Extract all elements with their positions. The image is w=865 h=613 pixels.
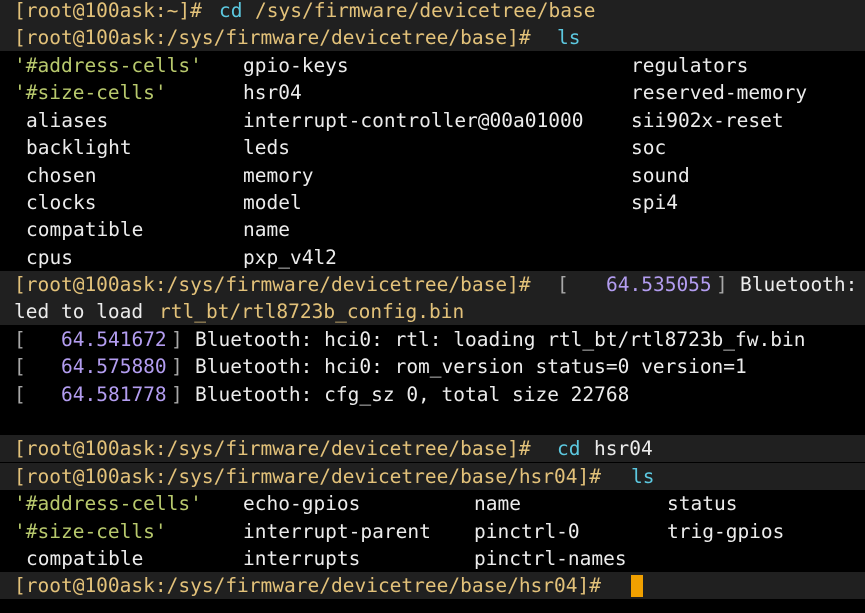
ls-entry: soc: [631, 136, 667, 159]
terminal-line[interactable]: [root@100ask:/sys/firmware/devicetree/ba…: [0, 572, 865, 600]
terminal-line: [root@100ask:/sys/firmware/devicetree/ba…: [0, 271, 865, 299]
ls-output-row: backlight leds soc: [0, 134, 865, 161]
ls-entry: hsr04: [243, 81, 302, 104]
ls-entry: interrupt-controller@00a01000: [243, 109, 584, 132]
kmsg-bracket: ]: [716, 273, 728, 296]
ls-entry: model: [243, 191, 302, 214]
kmsg-text: Bluetooth: cfg_sz 0, total size 22768: [195, 383, 630, 406]
command-argument: /sys/firmware/devicetree/base: [255, 0, 596, 22]
ls-entry: chosen: [26, 164, 97, 187]
ls-entry: cpus: [26, 246, 73, 269]
ls-entry: echo-gpios: [243, 492, 361, 515]
terminal-line: [root@100ask:/sys/firmware/devicetree/ba…: [0, 463, 865, 491]
command-text: ls: [631, 465, 655, 488]
ls-entry: '#address-cells': [14, 492, 202, 515]
kmsg-bracket: [: [557, 273, 569, 296]
terminal-line: [root@100ask:/sys/firmware/devicetree/ba…: [0, 24, 865, 52]
ls-entry: interrupts: [243, 547, 361, 570]
ls-entry: status: [667, 492, 738, 515]
ls-entry: name: [474, 492, 521, 515]
ls-entry: pinctrl-names: [474, 547, 627, 570]
ls-entry: sii902x-reset: [631, 109, 784, 132]
kmsg-row: [ 64.581778 ] Bluetooth: cfg_sz 0, total…: [0, 381, 865, 408]
terminal-window[interactable]: [root@100ask:~]# cd /sys/firmware/device…: [0, 0, 865, 613]
ls-entry: '#address-cells': [14, 54, 202, 77]
ls-entry: backlight: [26, 136, 132, 159]
ls-entry: name: [243, 218, 290, 241]
shell-prompt: [root@100ask:/sys/firmware/devicetree/ba…: [14, 465, 601, 488]
kmsg-row: [ 64.575880 ] Bluetooth: hci0: rom_versi…: [0, 353, 865, 380]
kmsg-text: Bluetooth: hci0: rtl: loading rtl_bt/rtl…: [195, 328, 806, 351]
kmsg-text: led to load: [14, 300, 144, 323]
ls-entry: sound: [631, 164, 690, 187]
kmsg-timestamp: 64.541672: [61, 328, 167, 351]
ls-output-row: '#address-cells' gpio-keys regulators: [0, 52, 865, 79]
ls-output-row: chosen memory sound: [0, 162, 865, 189]
ls-entry: spi4: [631, 191, 678, 214]
kmsg-text: Bluetooth: hci0: rom_version status=0 ve…: [195, 355, 747, 378]
ls-entry: aliases: [26, 109, 109, 132]
text-cursor: [631, 575, 643, 597]
ls-entry: clocks: [26, 191, 97, 214]
ls-entry: compatible: [26, 218, 144, 241]
kmsg-file: rtl_bt/rtl8723b_config.bin: [159, 300, 465, 323]
ls-output-row: clocks model spi4: [0, 189, 865, 216]
kmsg-timestamp: 64.575880: [61, 355, 167, 378]
command-text: cd: [557, 437, 581, 460]
shell-prompt: [root@100ask:/sys/firmware/devicetree/ba…: [14, 26, 531, 49]
terminal-line: [root@100ask:/sys/firmware/devicetree/ba…: [0, 435, 865, 463]
command-text: ls: [557, 26, 581, 49]
kmsg-text: Bluetooth:: [740, 273, 858, 296]
ls-output-row: compatible name: [0, 216, 865, 243]
command-argument: hsr04: [594, 437, 653, 460]
ls-output-row: '#address-cells' echo-gpios name status: [0, 490, 865, 517]
ls-entry: leds: [243, 136, 290, 159]
ls-entry: interrupt-parent: [243, 520, 431, 543]
ls-output-row: cpus pxp_v4l2: [0, 244, 865, 271]
ls-output-row: '#size-cells' interrupt-parent pinctrl-0…: [0, 518, 865, 545]
terminal-line: led to load rtl_bt/rtl8723b_config.bin: [0, 298, 865, 326]
ls-entry: pinctrl-0: [474, 520, 580, 543]
terminal-line: [root@100ask:~]# cd /sys/firmware/device…: [0, 0, 865, 25]
ls-entry: compatible: [26, 547, 144, 570]
command-text: cd: [219, 0, 243, 22]
ls-entry: gpio-keys: [243, 54, 349, 77]
ls-entry: trig-gpios: [667, 520, 785, 543]
shell-prompt: [root@100ask:~]#: [14, 0, 202, 22]
ls-entry: regulators: [631, 54, 749, 77]
ls-entry: memory: [243, 164, 314, 187]
ls-entry: reserved-memory: [631, 81, 808, 104]
ls-output-row: '#size-cells' hsr04 reserved-memory: [0, 79, 865, 106]
ls-output-row: aliases interrupt-controller@00a01000 si…: [0, 107, 865, 134]
shell-prompt: [root@100ask:/sys/firmware/devicetree/ba…: [14, 574, 601, 597]
ls-output-row: compatible interrupts pinctrl-names: [0, 545, 865, 572]
shell-prompt: [root@100ask:/sys/firmware/devicetree/ba…: [14, 437, 531, 460]
ls-entry: pxp_v4l2: [243, 246, 337, 269]
ls-entry: '#size-cells': [14, 81, 167, 104]
ls-entry: '#size-cells': [14, 520, 167, 543]
kmsg-timestamp: 64.535055: [606, 273, 712, 296]
kmsg-row: [ 64.541672 ] Bluetooth: hci0: rtl: load…: [0, 326, 865, 353]
kmsg-timestamp: 64.581778: [61, 383, 167, 406]
shell-prompt: [root@100ask:/sys/firmware/devicetree/ba…: [14, 273, 531, 296]
